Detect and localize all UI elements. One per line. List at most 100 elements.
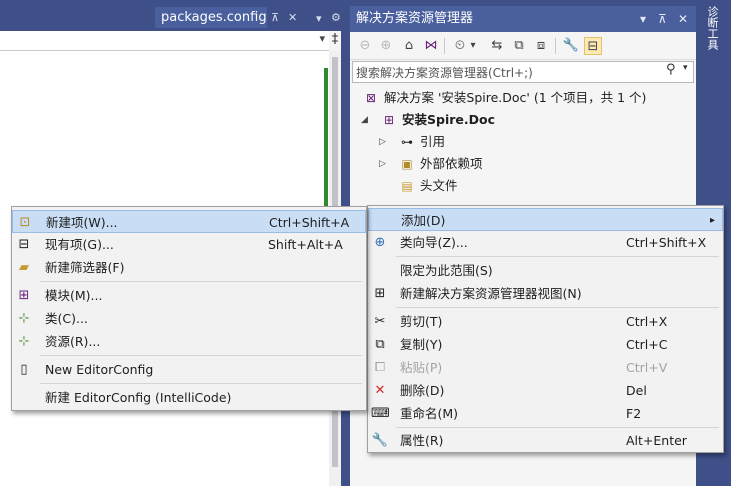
menu-item-label: 类向导(Z)... (400, 235, 468, 250)
menu-item-scope-to-this[interactable]: 限定为此范围(S) (368, 259, 723, 282)
module-icon: ⊞ (18, 288, 30, 303)
menu-item-delete[interactable]: ✕ 删除(D) Del (368, 379, 723, 402)
menu-item-label: 删除(D) (400, 383, 445, 398)
window-position-dropdown-icon[interactable]: ▾ (640, 6, 646, 32)
toolbar-separator (444, 38, 445, 54)
search-icon[interactable]: ⚲ (666, 62, 676, 77)
collapsed-arrow-icon[interactable]: ▷ (379, 131, 386, 153)
forward-icon[interactable]: ⊕ (377, 37, 395, 55)
menu-item-add[interactable]: 添加(D) ▸ (368, 208, 723, 231)
menu-item-label: 新建 EditorConfig (IntelliCode) (45, 390, 232, 405)
folder-icon: ▰ (19, 260, 29, 275)
menu-item-class-wizard[interactable]: ⊕ 类向导(Z)... Ctrl+Shift+X (368, 231, 723, 254)
menu-item-label: 模块(M)... (45, 288, 103, 303)
collapse-all-icon[interactable]: ⧉ (510, 37, 528, 55)
menu-item-shortcut: Ctrl+C (626, 337, 668, 352)
menu-item-new-editorconfig[interactable]: ▯ New EditorConfig (12, 358, 366, 381)
class-icon: ⊹ (18, 311, 30, 326)
filter-folder-icon: ▤ (401, 179, 413, 193)
tree-label: 外部依赖项 (420, 156, 483, 171)
rename-icon: ⌨ (371, 406, 390, 421)
chevron-down-icon[interactable]: ▾ (683, 63, 688, 73)
menu-item-label: 现有项(G)... (45, 237, 114, 252)
pin-icon[interactable]: ⊼ (271, 7, 279, 28)
menu-item-shortcut: F2 (626, 406, 642, 421)
chevron-down-icon[interactable]: ▾ (319, 32, 325, 45)
menu-item-shortcut: Shift+Alt+A (268, 237, 343, 252)
menu-item-label: 新建解决方案资源管理器视图(N) (400, 286, 582, 301)
existing-item-icon: ⊟ (18, 237, 30, 252)
menu-separator (40, 355, 362, 356)
menu-item-copy[interactable]: ⧉ 复制(Y) Ctrl+C (368, 333, 723, 356)
menu-separator (396, 427, 719, 428)
menu-item-shortcut: Alt+Enter (626, 433, 687, 448)
diagnostic-tools-tab[interactable]: 诊断工具 (703, 6, 721, 50)
search-placeholder: 搜索解决方案资源管理器(Ctrl+;) (356, 66, 533, 80)
wrench-icon: 🔧 (371, 433, 389, 448)
tree-label: 引用 (420, 134, 446, 149)
wrench-icon[interactable]: 🔧 (562, 37, 580, 55)
menu-item-label: New EditorConfig (45, 362, 154, 377)
home-icon[interactable]: ⌂ (400, 37, 418, 55)
visual-studio-icon[interactable]: ⋈ (422, 37, 440, 55)
menu-item-new-editorconfig-intellicode[interactable]: 新建 EditorConfig (IntelliCode) (12, 386, 366, 409)
expanded-arrow-icon[interactable]: ◢ (361, 109, 368, 131)
menu-item-label: 剪切(T) (400, 314, 443, 329)
menu-item-properties[interactable]: 🔧 属性(R) Alt+Enter (368, 429, 723, 452)
preview-selected-items-icon[interactable]: ⊟ (584, 37, 602, 55)
class-wizard-icon: ⊕ (374, 235, 386, 250)
chevron-down-icon[interactable]: ▾ (468, 37, 478, 55)
references-icon: ⊶ (401, 135, 413, 149)
sync-with-document-icon[interactable]: ⇆ (488, 37, 506, 55)
menu-item-label: 粘贴(P) (400, 360, 443, 375)
menu-separator (396, 256, 719, 257)
submenu-arrow-icon: ▸ (710, 215, 716, 226)
menu-item-resource[interactable]: ⊹ 资源(R)... (12, 330, 366, 353)
solution-explorer-toolbar: ⊖ ⊕ ⌂ ⋈ ⏲ ▾ ⇆ ⧉ ⧈ 🔧 ⊟ (350, 32, 696, 60)
scissors-icon: ✂ (374, 314, 386, 329)
change-tracking-bar (324, 68, 328, 218)
context-menu: 添加(D) ▸ ⊕ 类向导(Z)... Ctrl+Shift+X 限定为此范围(… (367, 205, 724, 453)
menu-item-paste[interactable]: ⧠ 粘贴(P) Ctrl+V (368, 356, 723, 379)
menu-item-class[interactable]: ⊹ 类(C)... (12, 307, 366, 330)
solution-explorer-titlebar: 解决方案资源管理器 ▾ ⊼ ✕ (350, 6, 696, 32)
menu-item-label: 资源(R)... (45, 334, 101, 349)
collapsed-arrow-icon[interactable]: ▷ (379, 153, 386, 175)
menu-item-shortcut: Ctrl+Shift+A (269, 215, 350, 230)
gear-icon[interactable]: ⚙ (331, 7, 341, 28)
add-submenu: ⊡ 新建项(W)... Ctrl+Shift+A ⊟ 现有项(G)... Shi… (11, 206, 367, 411)
pending-changes-icon[interactable]: ⏲ (451, 37, 469, 55)
close-icon[interactable]: ✕ (288, 7, 297, 28)
back-icon[interactable]: ⊖ (356, 37, 374, 55)
new-view-icon: ⊞ (374, 286, 386, 301)
pin-icon[interactable]: ⊼ (658, 6, 667, 32)
show-all-files-icon[interactable]: ⧈ (532, 37, 550, 55)
menu-item-existing-item[interactable]: ⊟ 现有项(G)... Shift+Alt+A (12, 233, 366, 256)
menu-item-new-explorer-view[interactable]: ⊞ 新建解决方案资源管理器视图(N) (368, 282, 723, 305)
tab-packages-config[interactable]: packages.config (155, 7, 267, 28)
solution-icon: ⊠ (365, 91, 377, 105)
tab-list-dropdown-icon[interactable]: ▾ (316, 8, 322, 29)
menu-item-rename[interactable]: ⌨ 重命名(M) F2 (368, 402, 723, 425)
menu-separator (40, 281, 362, 282)
menu-separator (396, 307, 719, 308)
tree-label: 解决方案 '安装Spire.Doc' (1 个项目，共 1 个) (384, 90, 647, 105)
panel-title: 解决方案资源管理器 (356, 11, 474, 26)
menu-item-new-filter[interactable]: ▰ 新建筛选器(F) (12, 256, 366, 279)
tab-title: packages.config (161, 10, 267, 25)
menu-item-shortcut: Ctrl+Shift+X (626, 235, 707, 250)
editor-navigation-bar[interactable]: ▾ (0, 31, 329, 51)
split-window-button[interactable]: ‡ (329, 31, 341, 51)
menu-item-shortcut: Del (626, 383, 647, 398)
menu-item-label: 新建筛选器(F) (45, 260, 125, 275)
copy-icon: ⧉ (375, 337, 385, 352)
file-icon: ▯ (20, 362, 28, 377)
menu-item-label: 类(C)... (45, 311, 88, 326)
menu-item-cut[interactable]: ✂ 剪切(T) Ctrl+X (368, 310, 723, 333)
tree-label: 头文件 (420, 178, 458, 193)
menu-item-module[interactable]: ⊞ 模块(M)... (12, 284, 366, 307)
menu-item-new-item[interactable]: ⊡ 新建项(W)... Ctrl+Shift+A (12, 210, 366, 233)
cpp-project-icon: ⊞ (383, 113, 395, 127)
close-icon[interactable]: ✕ (678, 6, 688, 32)
menu-item-label: 新建项(W)... (46, 215, 118, 230)
